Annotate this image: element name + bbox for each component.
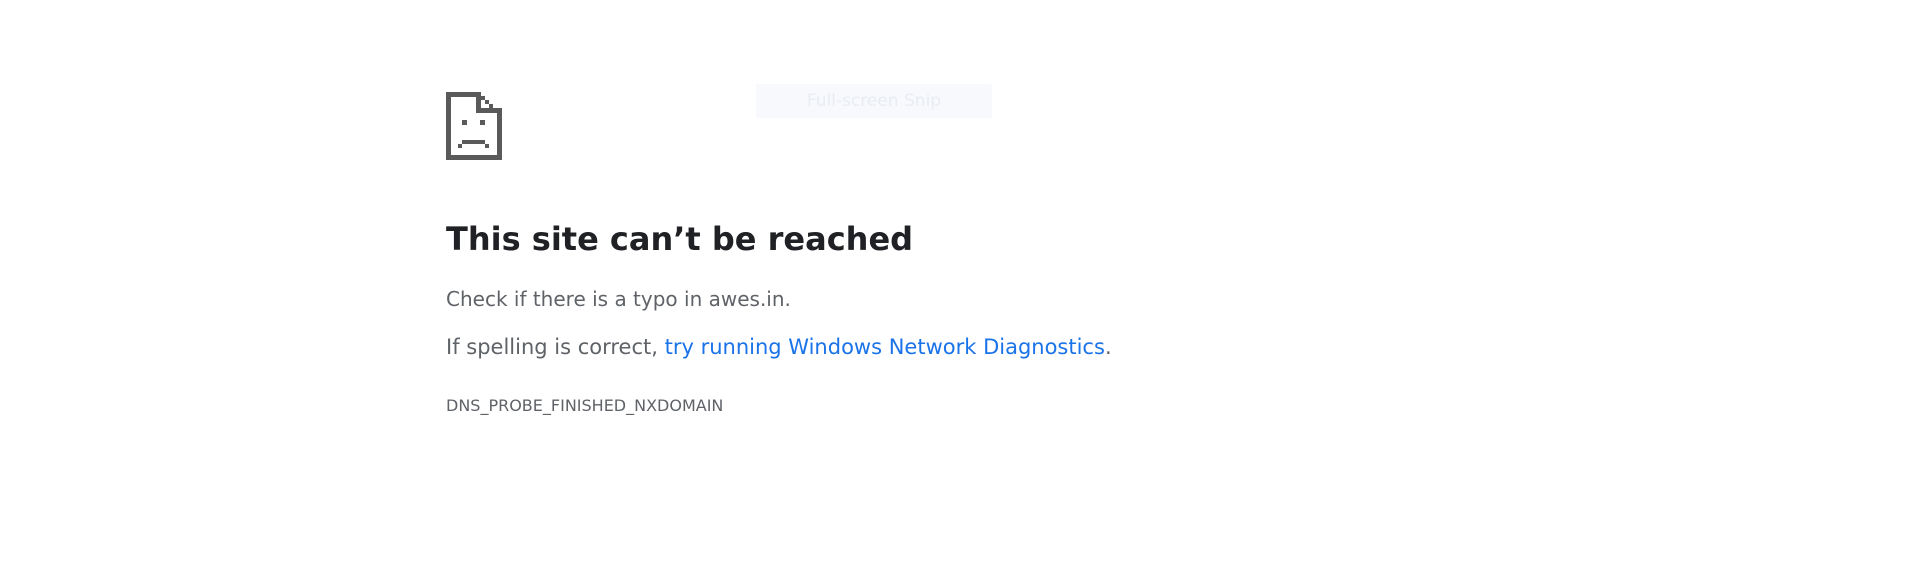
spelling-suffix: . xyxy=(1104,335,1112,359)
snip-overlay: Full-screen Snip xyxy=(756,84,992,118)
network-diagnostics-link[interactable]: try running Windows Network Diagnostics xyxy=(665,335,1105,359)
error-page: Full-screen Snip This site can’t be reac… xyxy=(0,0,1920,562)
typo-message: Check if there is a typo in awes.in. xyxy=(446,287,791,311)
sad-page-icon xyxy=(446,92,502,160)
snip-overlay-label: Full-screen Snip xyxy=(806,91,942,111)
error-code: DNS_PROBE_FINISHED_NXDOMAIN xyxy=(446,396,724,415)
spelling-prefix: If spelling is correct, xyxy=(446,335,665,359)
spelling-message: If spelling is correct, try running Wind… xyxy=(446,332,1112,362)
page-title: This site can’t be reached xyxy=(446,220,914,258)
